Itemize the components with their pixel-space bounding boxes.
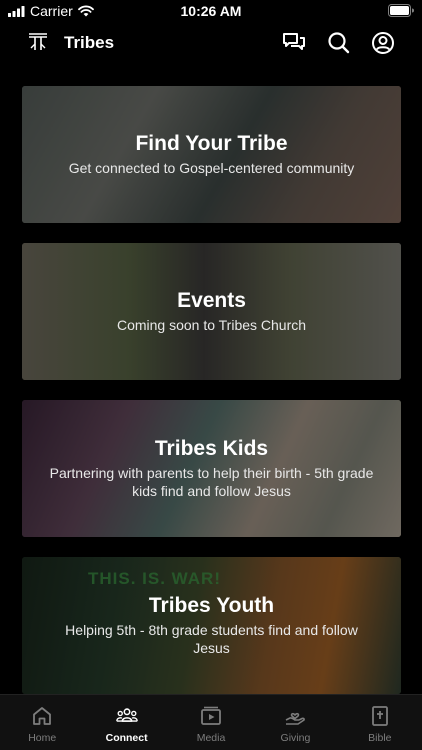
nav-bar: Tribes [0,22,422,66]
tab-giving[interactable]: Giving [253,695,337,750]
account-icon[interactable] [370,30,396,56]
chat-icon[interactable] [281,30,307,56]
tribes-youth-card[interactable]: THIS. IS. WAR! Tribes Youth Helping 5th … [22,557,401,694]
tribes-kids-card[interactable]: Tribes Kids Partnering with parents to h… [22,400,401,537]
events-card[interactable]: Events Coming soon to Tribes Church [22,243,401,380]
battery-icon [388,4,414,17]
status-bar: Carrier 10:26 AM [0,0,422,22]
search-icon[interactable] [326,30,352,56]
tab-label: Giving [280,732,311,744]
page-title: Tribes [64,33,115,52]
card-title: Events [177,288,246,312]
card-subtitle: Get connected to Gospel-centered communi… [68,159,355,176]
card-subtitle: Partnering with parents to help their bi… [49,464,374,500]
tab-connect[interactable]: Connect [84,695,168,750]
find-your-tribe-card[interactable]: Find Your Tribe Get connected to Gospel-… [22,86,401,223]
tab-home[interactable]: Home [0,695,84,750]
play-icon [201,706,221,725]
tab-label: Media [196,732,226,744]
tab-label: Bible [368,732,392,744]
card-title: Tribes Youth [148,593,275,617]
tab-bible[interactable]: Bible [338,695,422,750]
tab-media[interactable]: Media [169,695,253,750]
tab-bar: Home Connect Media Giving Bible [0,694,422,750]
card-subtitle: Helping 5th - 8th grade students find an… [65,621,358,657]
home-icon [33,707,52,725]
tribes-logo-icon [29,33,47,50]
tab-label: Connect [105,732,148,744]
bible-icon [371,706,388,726]
card-subtitle: Coming soon to Tribes Church [116,316,307,333]
card-title: Tribes Kids [154,436,269,460]
tab-label: Home [28,732,57,744]
card-title: Find Your Tribe [135,131,288,155]
people-icon [115,708,138,722]
status-time: 10:26 AM [180,3,242,19]
hand-heart-icon [286,712,306,725]
